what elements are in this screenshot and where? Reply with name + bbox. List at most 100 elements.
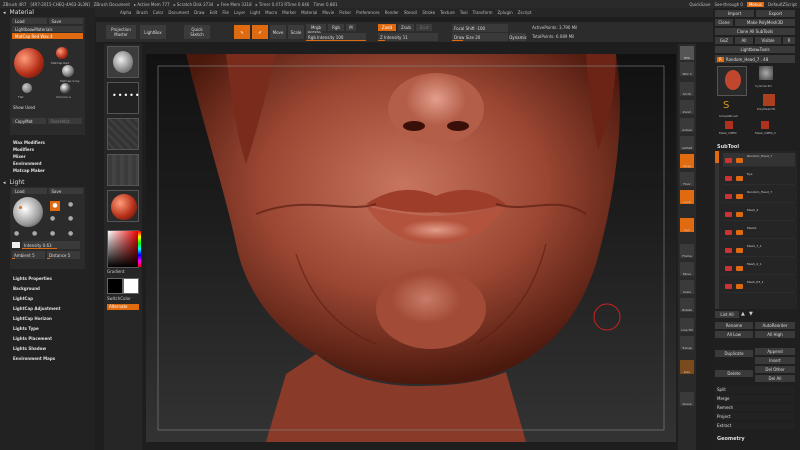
menu-draw[interactable]: Draw [194,10,204,15]
visibility-eye-icon[interactable] [725,176,732,181]
menu-color[interactable]: Color [153,10,163,15]
light-bulb-icon[interactable]: ● [68,215,76,223]
menu-macro[interactable]: Macro [265,10,277,15]
subtool-item[interactable]: Mesh_7_1 [723,243,795,257]
mixer-section[interactable]: Mixer [0,153,95,160]
color-picker[interactable] [107,230,141,268]
draw-size-slider[interactable]: Draw Size 20 [452,33,508,41]
simplebrush-icon[interactable]: S [723,100,729,111]
subtool-item[interactable]: Random_Head_7 [723,189,795,203]
clone-button[interactable]: Clone [715,19,733,26]
tool-import-button[interactable]: Import [715,10,754,17]
zoom-button[interactable]: Zoom [680,100,694,114]
light-position-dot[interactable] [19,206,22,209]
lights-shadow-section[interactable]: Lights Shadow [0,343,95,353]
extract-section[interactable]: Extract [715,422,795,429]
edit-mode-button[interactable]: ✎ [234,25,250,39]
spix-button[interactable]: SPix 3 [680,62,694,76]
subtool-item[interactable]: Random_Head_7 [723,153,795,167]
light-bulb-icon[interactable]: ● [50,215,58,223]
light-bulb-icon[interactable]: ● [32,230,37,237]
draw-mode-button[interactable]: ✐ [252,25,268,39]
duplicate-button[interactable]: Duplicate [715,350,753,357]
all-low-button[interactable]: All Low [715,331,753,338]
geometry-header[interactable]: Geometry [717,436,745,442]
visibility-eye-icon[interactable] [725,194,732,199]
m-button[interactable]: M [346,24,356,31]
move-view-button[interactable]: Move [680,262,694,276]
stroke-thumbnail[interactable]: ••••• [107,82,140,114]
goz-button[interactable]: GoZ [715,37,733,44]
palette-close-icon[interactable]: ◂ [3,10,6,16]
show-used-button[interactable]: Show Used [13,105,35,110]
dynamic-button[interactable]: Dynamic [509,33,527,41]
subtool-list-scrollbar[interactable] [715,151,719,309]
material-palette-header[interactable]: ◂ Material [0,8,95,17]
aahalf-button[interactable]: AAHalf [680,136,694,150]
rotate-view-button[interactable]: Rotate [680,298,694,312]
lightbox-materials-button[interactable]: Lightbox▸Materials [12,26,83,32]
focal-shift-slider[interactable]: Focal Shift -100 [452,24,508,32]
menu-light[interactable]: Light [250,10,260,15]
distance-slider[interactable]: Distance 5 [47,251,80,259]
lightbox-tools-button[interactable]: Lightbox▸Tools [715,46,795,53]
menu-marker[interactable]: Marker [282,10,296,15]
menu-zplugin[interactable]: Zplugin [498,10,513,15]
menu-picker[interactable]: Picker [339,10,351,15]
delete-button[interactable]: Delete [715,370,753,377]
subtool-item[interactable]: Eye [723,171,795,185]
menus-toggle[interactable]: Menus [746,1,765,7]
rgb-intensity-slider[interactable]: Rgb Intensity 100 [306,33,366,41]
menu-layer[interactable]: Layer [234,10,245,15]
solo-button[interactable]: Solo [680,360,694,374]
pastemat-button[interactable]: PasteMat [48,118,82,124]
main-color-swatch[interactable] [107,278,123,294]
menu-tool[interactable]: Tool [460,10,468,15]
visibility-eye-icon[interactable] [725,212,732,217]
quicksave-button[interactable]: QuickSave [689,2,710,7]
lightcap-adjustment-section[interactable]: LightCap Adjustment [0,303,95,313]
light-palette-header[interactable]: ◂ Light [0,178,95,187]
tool-thumb-mask-open-2[interactable] [761,121,769,129]
autoreorder-button[interactable]: AutoReorder [755,322,795,329]
clone-all-subtools-button[interactable]: Clone All SubTools [715,28,795,35]
light-color-swatch[interactable] [12,242,20,248]
see-through-slider[interactable]: See-through 0 [715,2,743,7]
wax-modifiers-section[interactable]: Wax Modifiers [0,139,95,146]
lightbox-button[interactable]: LightBox [140,25,166,39]
list-all-button[interactable]: List All [715,311,739,318]
light-bulb-icon[interactable]: ● [68,201,76,209]
line-fill-button[interactable]: Line Fill [680,318,694,332]
texture-thumbnail[interactable] [107,154,139,186]
current-material-ball[interactable] [14,48,44,78]
menu-transform[interactable]: Transform [473,10,493,15]
light-bulb-icon[interactable]: ● [14,230,19,237]
modifiers-section[interactable]: Modifiers [0,146,95,153]
light-save-button[interactable]: Save [48,188,83,194]
menu-material[interactable]: Material [301,10,317,15]
z-intensity-slider[interactable]: Z Intensity 11 [378,33,438,41]
xyz-button[interactable]: Xyz [680,218,694,232]
zsub-button[interactable]: Zsub [398,24,414,31]
material-thumb-basic[interactable] [22,83,32,93]
default-zscript-button[interactable]: DefaultZScript [768,2,797,7]
menu-edit[interactable]: Edit [210,10,218,15]
tool-thumb-polymesh[interactable] [763,94,775,106]
subtool-item[interactable]: Mesh1 [723,225,795,239]
sculpt-viewport[interactable] [146,54,676,442]
menu-file[interactable]: File [222,10,229,15]
scale-view-button[interactable]: Scale [680,280,694,294]
quick-sketch-button[interactable]: Quick Sketch [184,25,210,39]
del-other-button[interactable]: Del Other [755,366,795,373]
menu-brush[interactable]: Brush [136,10,148,15]
append-button[interactable]: Append [755,348,795,355]
environment-maps-section[interactable]: Environment Maps [0,353,95,363]
alpha-thumbnail[interactable] [107,118,139,150]
rgb-button[interactable]: Rgb [328,24,344,31]
menu-movie[interactable]: Movie [322,10,334,15]
tool-thumb-cylinder[interactable] [759,66,773,80]
palette-close-icon[interactable]: ◂ [3,180,6,186]
light-sphere[interactable] [13,197,43,227]
subtool-item[interactable]: Mesh_P3_1 [723,279,795,293]
lights-placement-section[interactable]: Lights Placement [0,333,95,343]
